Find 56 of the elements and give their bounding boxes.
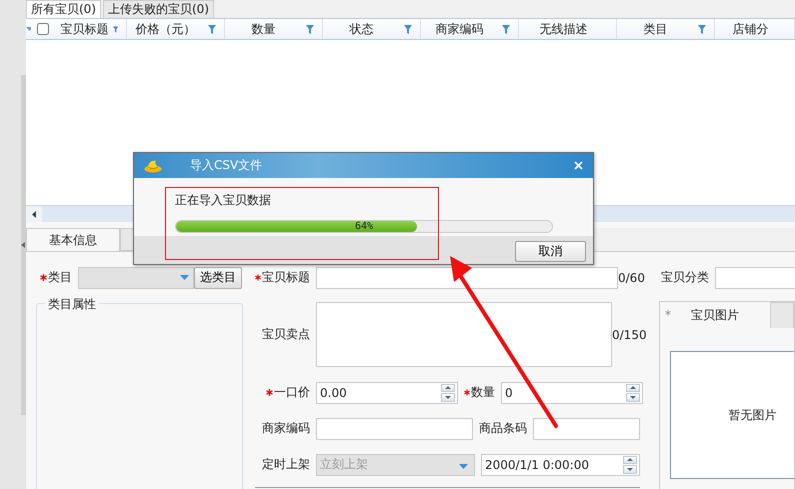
hat-icon [144, 158, 162, 172]
quantity-field[interactable]: 0 [501, 382, 643, 404]
field-label: 定时上架 [261, 456, 310, 473]
column-header[interactable]: 价格（元） [127, 20, 204, 38]
shop-category-field[interactable] [715, 266, 795, 288]
group-title: 类目属性 [45, 296, 99, 313]
spinner[interactable] [441, 384, 455, 402]
field-label: 数量 [464, 384, 495, 401]
required-icon [464, 389, 470, 396]
required-icon [255, 274, 261, 281]
column-header[interactable]: 数量 [225, 20, 302, 38]
char-counter: 0/150 [612, 328, 647, 342]
filter-icon[interactable] [698, 24, 706, 34]
left-arrow-icon[interactable] [32, 210, 36, 218]
caret-icon[interactable] [180, 275, 189, 280]
filter-icon[interactable] [306, 24, 314, 34]
field-label: 一口价 [255, 384, 310, 401]
tab[interactable]: 上传失败的宝贝(0) [103, 0, 214, 18]
field-label: 商家编码 [261, 420, 310, 437]
column-header[interactable]: 无线描述 [519, 20, 608, 38]
filter-icon[interactable] [208, 24, 216, 34]
field-label: 宝贝标题 [255, 269, 310, 286]
filter-icon[interactable] [112, 24, 118, 34]
char-counter: 0/60 [618, 270, 645, 284]
column-header[interactable]: 宝贝标题 [60, 20, 109, 38]
select-all-checkbox[interactable] [36, 23, 49, 35]
cancel-button[interactable]: 取消 [515, 241, 586, 262]
filter-icon[interactable] [404, 24, 412, 34]
barcode-field[interactable] [533, 418, 640, 440]
close-icon[interactable] [574, 161, 583, 170]
field-label: 宝贝卖点 [261, 326, 310, 343]
column-header[interactable]: 商家编码 [421, 20, 498, 38]
progress-label: 64% [354, 221, 374, 232]
selling-points-field[interactable] [316, 302, 612, 367]
select-category-button[interactable]: 选类目 [194, 266, 242, 288]
tab[interactable]: 基本信息 [26, 228, 120, 251]
title-field[interactable] [316, 266, 618, 288]
sort-icon[interactable] [26, 27, 31, 31]
column-header[interactable]: 类目 [617, 20, 694, 38]
column-header[interactable]: 状态 [323, 20, 400, 38]
filter-icon[interactable] [502, 24, 510, 34]
field-label: 宝贝分类 [660, 269, 709, 286]
required-icon [40, 274, 47, 281]
column-header[interactable]: 店铺分 [715, 20, 786, 38]
dialog-title: 导入CSV文件 [190, 157, 264, 174]
status-message: 正在导入宝贝数据 [175, 192, 272, 209]
empty-text: 暂无图片 [728, 406, 776, 424]
field-label: 类目 [36, 269, 72, 286]
collapse-arrow-icon[interactable] [21, 242, 25, 248]
price-field[interactable]: 0.00 [316, 382, 458, 404]
spinner[interactable] [623, 456, 637, 474]
merchant-code-field[interactable] [316, 418, 473, 440]
required-icon [266, 389, 273, 396]
tab[interactable]: 所有宝贝(0) [26, 0, 101, 18]
spinner[interactable] [626, 384, 640, 402]
field-label: 商品条码 [479, 420, 527, 437]
